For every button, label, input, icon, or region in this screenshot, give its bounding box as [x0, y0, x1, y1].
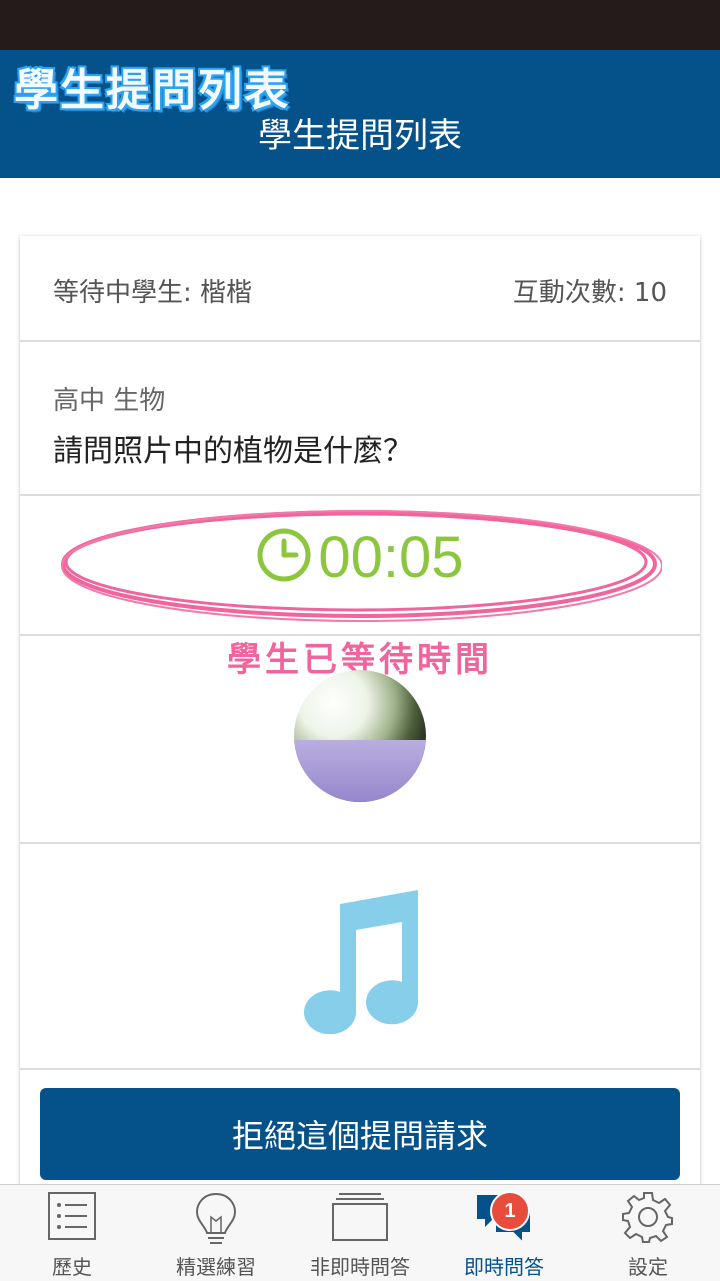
bottom-tab-bar: 歷史 精選練習 非即時問答 1 即時問答 設定	[0, 1184, 720, 1281]
gear-icon	[622, 1192, 673, 1243]
tab-label: 即時問答	[464, 1255, 544, 1279]
student-info-row: 等待中學生: 楷楷 互動次數: 10	[20, 236, 700, 342]
tab-label: 精選練習	[176, 1255, 256, 1279]
tab-featured-practice[interactable]: 精選練習	[144, 1185, 288, 1281]
interaction-count-label: 互動次數: 10	[512, 278, 667, 308]
stack-icon	[332, 1193, 388, 1241]
notification-badge: 1	[490, 1191, 530, 1231]
lightbulb-icon	[195, 1192, 237, 1244]
app-bar: 學生提問列表 學生提問列表	[0, 50, 720, 178]
waiting-student-label: 等待中學生: 楷楷	[53, 278, 253, 308]
music-note-icon[interactable]	[298, 884, 422, 1034]
page-title: 學生提問列表	[258, 116, 462, 156]
timer-value: 00:05	[318, 525, 464, 590]
reject-request-button[interactable]: 拒絕這個提問請求	[40, 1088, 680, 1180]
tab-history[interactable]: 歷史	[0, 1185, 144, 1281]
question-row: 高中 生物 請問照片中的植物是什麼？	[20, 342, 700, 496]
tab-label: 歷史	[52, 1255, 92, 1279]
photo-flower-area	[294, 740, 426, 802]
question-card: 等待中學生: 楷楷 互動次數: 10 高中 生物 請問照片中的植物是什麼？ 00…	[20, 236, 700, 1196]
clock-icon	[257, 528, 311, 582]
tab-async-qa[interactable]: 非即時問答	[288, 1185, 432, 1281]
wait-timer: 00:05	[20, 524, 700, 591]
question-photo[interactable]	[294, 670, 426, 802]
list-icon	[48, 1192, 96, 1240]
question-text: 請問照片中的植物是什麼？	[53, 434, 413, 469]
subject-label: 高中 生物	[53, 386, 166, 416]
tab-settings[interactable]: 設定	[576, 1185, 720, 1281]
tab-live-qa[interactable]: 1 即時問答	[432, 1185, 576, 1281]
tab-label: 非即時問答	[310, 1255, 410, 1279]
audio-row	[20, 844, 700, 1070]
status-bar	[0, 0, 720, 50]
photo-row: 學生已等待時間	[20, 636, 700, 844]
timer-row: 00:05	[20, 496, 700, 636]
tab-label: 設定	[628, 1255, 668, 1279]
